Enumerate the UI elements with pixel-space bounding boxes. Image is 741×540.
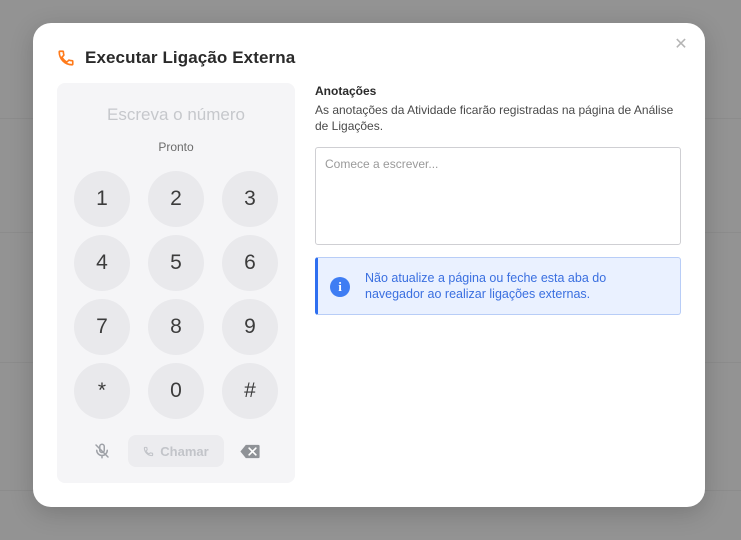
key-6[interactable]: 6 <box>222 235 278 291</box>
key-1[interactable]: 1 <box>74 171 130 227</box>
notes-description: As anotações da Atividade ficarão regist… <box>315 103 674 133</box>
external-call-modal: ✕ Executar Ligação Externa Escreva o núm… <box>33 23 705 507</box>
info-icon: i <box>330 277 350 297</box>
microphone-off-icon[interactable] <box>93 442 111 460</box>
key-3[interactable]: 3 <box>222 171 278 227</box>
call-status: Pronto <box>158 140 194 154</box>
close-icon[interactable]: ✕ <box>673 37 689 53</box>
key-4[interactable]: 4 <box>74 235 130 291</box>
dialer-controls: Chamar <box>57 435 295 467</box>
backspace-icon[interactable] <box>240 444 260 459</box>
call-button-label: Chamar <box>160 443 209 459</box>
dialer-panel: Escreva o número Pronto 1 2 3 4 5 6 7 8 … <box>57 83 295 483</box>
key-hash[interactable]: # <box>222 363 278 419</box>
key-7[interactable]: 7 <box>74 299 130 355</box>
call-button[interactable]: Chamar <box>128 435 224 467</box>
modal-header: Executar Ligação Externa <box>57 48 295 68</box>
key-9[interactable]: 9 <box>222 299 278 355</box>
key-5[interactable]: 5 <box>148 235 204 291</box>
phone-icon <box>58 50 74 66</box>
modal-title: Executar Ligação Externa <box>85 48 296 67</box>
phone-number-display[interactable]: Escreva o número <box>57 105 295 125</box>
phone-icon <box>144 446 154 456</box>
key-2[interactable]: 2 <box>148 171 204 227</box>
key-star[interactable]: * <box>74 363 130 419</box>
info-alert: i Não atualize a página ou feche esta ab… <box>315 257 681 315</box>
alert-text: Não atualize a página ou feche esta aba … <box>365 271 607 301</box>
key-0[interactable]: 0 <box>148 363 204 419</box>
notes-title: Anotações <box>315 84 377 98</box>
notes-textarea[interactable] <box>315 147 681 245</box>
notes-section: Anotações As anotações da Atividade fica… <box>315 84 681 315</box>
key-8[interactable]: 8 <box>148 299 204 355</box>
